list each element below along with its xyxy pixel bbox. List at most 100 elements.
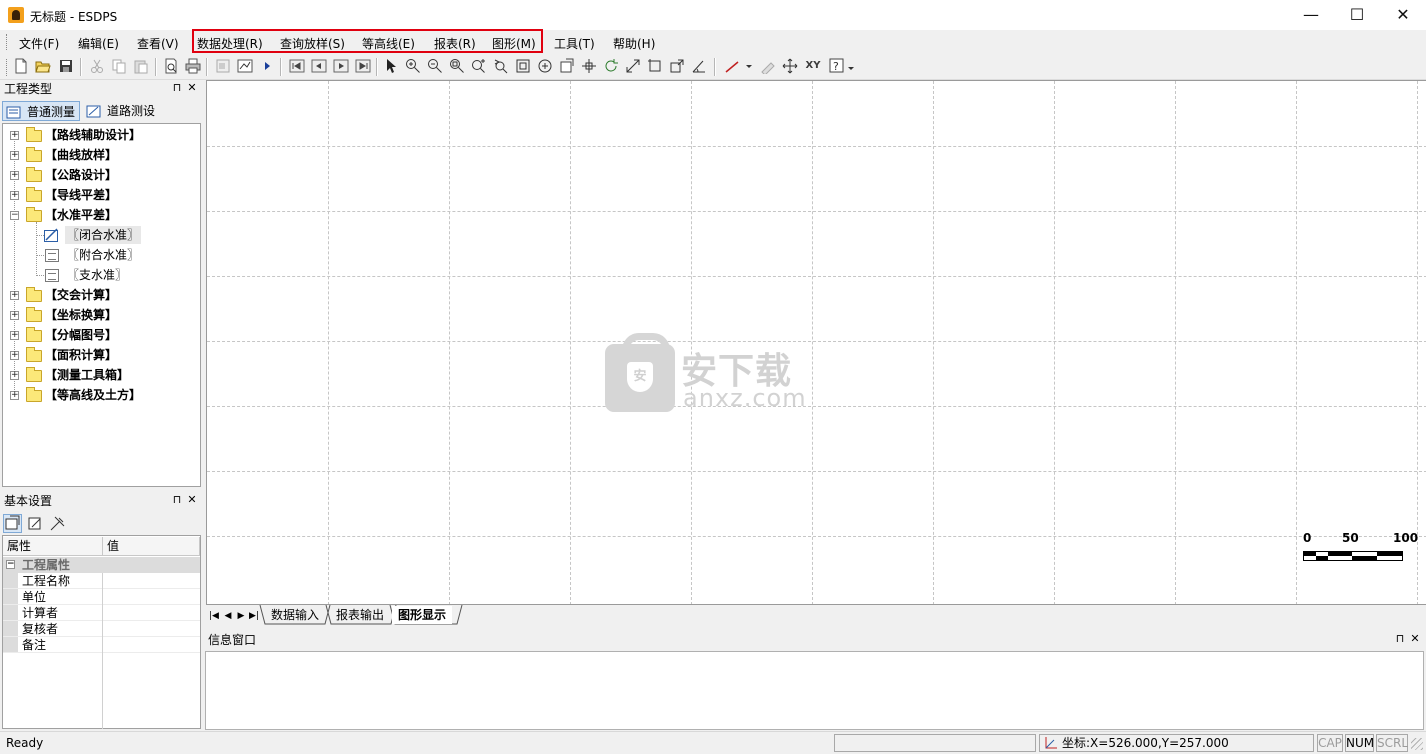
redraw-icon[interactable]	[625, 58, 641, 74]
play-icon[interactable]	[259, 58, 275, 74]
tree-node[interactable]: + 【坐标换算】	[3, 306, 200, 324]
tab-graphics-display[interactable]: 图形显示	[392, 606, 453, 624]
value-cell[interactable]	[102, 637, 103, 653]
pointer-icon[interactable]	[383, 58, 399, 74]
zoom-in-icon[interactable]	[405, 58, 421, 74]
sorted-view-icon[interactable]	[27, 515, 44, 532]
property-row[interactable]: 工程名称	[3, 573, 200, 589]
close-button[interactable]: ✕	[1380, 0, 1426, 30]
tools-icon[interactable]	[49, 515, 66, 532]
menu-file[interactable]: 文件(F)	[19, 35, 59, 52]
menu-tools[interactable]: 工具(T)	[554, 35, 595, 52]
paste-icon[interactable]	[133, 58, 149, 74]
expand-icon[interactable]: +	[10, 391, 19, 400]
menu-view[interactable]: 查看(V)	[137, 35, 179, 52]
tab-general-survey[interactable]: 普通测量	[2, 101, 80, 121]
maximize-button[interactable]: ☐	[1334, 0, 1380, 30]
property-row[interactable]: 备注	[3, 637, 200, 653]
copy-icon[interactable]	[111, 58, 127, 74]
expand-icon[interactable]: +	[10, 371, 19, 380]
line-tool-icon[interactable]	[724, 58, 754, 74]
expand-icon[interactable]: +	[10, 131, 19, 140]
tree-node[interactable]: + 【面积计算】	[3, 346, 200, 364]
menu-grip[interactable]	[6, 34, 9, 50]
pan-cross-icon[interactable]	[782, 58, 798, 74]
menu-edit[interactable]: 编辑(E)	[78, 35, 119, 52]
zoom-window-icon[interactable]	[449, 58, 465, 74]
pin-icon[interactable]: ⊓	[1394, 632, 1406, 646]
chart-icon[interactable]	[237, 58, 253, 74]
close-icon[interactable]: ✕	[186, 493, 198, 507]
value-cell[interactable]	[102, 573, 103, 589]
prev-record-icon[interactable]	[311, 58, 327, 74]
resize-grip[interactable]	[1411, 738, 1423, 750]
move-icon[interactable]	[581, 58, 597, 74]
tree-leaf[interactable]: 〖闭合水准〗	[3, 226, 200, 244]
xy-coordinate-icon[interactable]: XY	[803, 58, 823, 74]
tree-node[interactable]: + 【测量工具箱】	[3, 366, 200, 384]
zoom-all-icon[interactable]	[515, 58, 531, 74]
tree-node[interactable]: + 【等高线及土方】	[3, 386, 200, 404]
pan-view-icon[interactable]	[537, 58, 553, 74]
expand-icon[interactable]: +	[10, 151, 19, 160]
expand-icon[interactable]: +	[10, 291, 19, 300]
tree-node[interactable]: + 【交会计算】	[3, 286, 200, 304]
save-icon[interactable]	[58, 58, 74, 74]
print-preview-icon[interactable]	[163, 58, 179, 74]
draw-disabled-icon[interactable]	[760, 58, 776, 76]
info-window-body[interactable]	[205, 651, 1424, 730]
collapse-icon[interactable]: −	[6, 560, 15, 569]
tab-report-output[interactable]: 报表输出	[330, 606, 390, 624]
tree-node[interactable]: + 【分幅图号】	[3, 326, 200, 344]
tree-node[interactable]: + 【路线辅助设计】	[3, 126, 200, 144]
last-record-icon[interactable]	[355, 58, 371, 74]
expand-icon[interactable]: +	[10, 191, 19, 200]
properties-icon[interactable]	[559, 58, 575, 74]
property-row[interactable]: 计算者	[3, 605, 200, 621]
new-file-icon[interactable]	[13, 58, 29, 74]
expand-icon[interactable]: +	[10, 171, 19, 180]
zoom-out-icon[interactable]	[427, 58, 443, 74]
help-icon[interactable]: ?	[829, 58, 855, 74]
value-cell[interactable]	[102, 589, 103, 605]
tab-data-input[interactable]: 数据输入	[265, 606, 325, 624]
fit-icon[interactable]	[647, 58, 663, 74]
tree-leaf[interactable]: 〖支水准〗	[3, 266, 200, 284]
tab-road-survey[interactable]: 道路测设	[83, 101, 163, 121]
toolbar-grip[interactable]	[6, 59, 9, 76]
stretch-icon[interactable]	[669, 58, 685, 74]
next-tab-button[interactable]: ▶	[235, 609, 247, 623]
value-cell[interactable]	[102, 605, 103, 621]
expand-icon[interactable]: +	[10, 311, 19, 320]
close-icon[interactable]: ✕	[1409, 632, 1421, 646]
zoom-extent-icon[interactable]	[471, 58, 487, 74]
property-row[interactable]: 复核者	[3, 621, 200, 637]
first-record-icon[interactable]	[289, 58, 305, 74]
property-category[interactable]: − 工程属性	[3, 557, 200, 573]
expand-icon[interactable]: +	[10, 351, 19, 360]
categorized-view-icon[interactable]	[3, 514, 22, 533]
minimize-button[interactable]: —	[1288, 0, 1334, 30]
value-cell[interactable]	[102, 621, 103, 637]
rotate-icon[interactable]	[603, 58, 619, 74]
first-tab-button[interactable]: |◀	[208, 609, 220, 623]
tree-leaf[interactable]: 〖附合水准〗	[3, 246, 200, 264]
close-icon[interactable]: ✕	[186, 81, 198, 95]
tree-node[interactable]: + 【曲线放样】	[3, 146, 200, 164]
expand-icon[interactable]: +	[10, 331, 19, 340]
image-icon[interactable]	[215, 58, 231, 74]
menu-help[interactable]: 帮助(H)	[613, 35, 655, 52]
tree-node[interactable]: + 【导线平差】	[3, 186, 200, 204]
open-folder-icon[interactable]	[35, 58, 51, 74]
angle-icon[interactable]	[691, 58, 707, 74]
tree-node[interactable]: − 【水准平差】	[3, 206, 200, 224]
collapse-icon[interactable]: −	[10, 211, 19, 220]
cut-icon[interactable]	[89, 58, 105, 74]
pin-icon[interactable]: ⊓	[171, 81, 183, 95]
prev-tab-button[interactable]: ◀	[222, 609, 234, 623]
property-row[interactable]: 单位	[3, 589, 200, 605]
pin-icon[interactable]: ⊓	[171, 493, 183, 507]
print-icon[interactable]	[185, 58, 201, 74]
tree-node[interactable]: + 【公路设计】	[3, 166, 200, 184]
next-record-icon[interactable]	[333, 58, 349, 74]
